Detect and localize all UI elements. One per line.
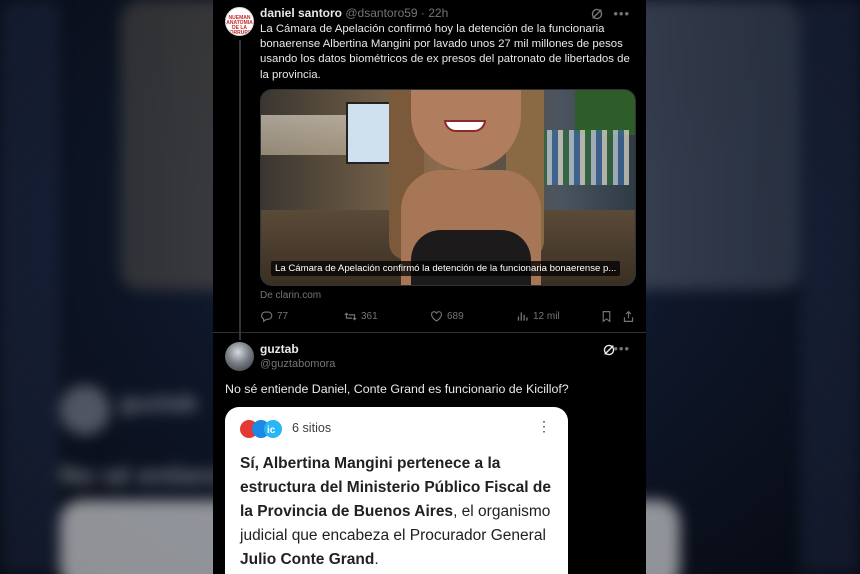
author-name[interactable]: guztab <box>260 342 299 356</box>
thread-line <box>239 40 241 340</box>
svg-text:ic: ic <box>267 425 276 436</box>
answer-plain-2: . <box>374 551 379 568</box>
avatar[interactable] <box>225 342 254 371</box>
more-options-icon[interactable]: ••• <box>613 6 630 21</box>
clothing-shape <box>411 230 531 285</box>
screen-shape <box>346 102 394 164</box>
share-icon <box>623 310 634 322</box>
views-icon <box>517 312 528 321</box>
plant-shape <box>575 90 635 135</box>
bookmark-button[interactable] <box>600 310 613 323</box>
like-button[interactable]: 689 <box>430 310 464 323</box>
share-button[interactable] <box>622 310 635 323</box>
tweet-text: La Cámara de Apelación confirmó hoy la d… <box>260 23 630 81</box>
tweet-guztab[interactable]: guztab @guztabomora ••• No sé entiende D… <box>213 333 646 574</box>
author-name[interactable]: daniel santoro <box>260 6 342 20</box>
like-count: 689 <box>447 311 464 322</box>
tweet-actions: 77 361 689 12 mil <box>260 310 636 326</box>
background-name-echo: guztab <box>120 390 198 417</box>
link-source[interactable]: De clarin.com <box>260 290 321 301</box>
answer-text: Sí, Albertina Mangini pertenece a la est… <box>240 452 555 572</box>
avatar-text: NUEMAN ANATOMIA DE LA CORRUPCION <box>226 15 253 36</box>
source-logos-icon: ic <box>240 420 282 438</box>
ai-answer-card[interactable]: ic 6 sitios ⋮ Sí, Albertina Mangini pert… <box>225 407 568 574</box>
answer-bold-2: Julio Conte Grand <box>240 551 375 568</box>
media-caption: La Cámara de Apelación confirmó la deten… <box>271 261 621 276</box>
repost-button[interactable]: 361 <box>344 310 378 323</box>
reply-button[interactable]: 77 <box>260 310 288 323</box>
timeline-feed: NUEMAN ANATOMIA DE LA CORRUPCION daniel … <box>213 0 646 574</box>
avatar[interactable]: NUEMAN ANATOMIA DE LA CORRUPCION <box>225 7 254 36</box>
author-handle[interactable]: @guztabomora <box>260 358 335 370</box>
screenshot-stage: guztab No sé entiende NUEMAN ANATOMIA DE… <box>0 0 860 574</box>
repost-icon <box>344 312 357 321</box>
reply-icon <box>261 311 273 323</box>
heart-icon <box>431 311 442 322</box>
bookmark-icon <box>602 311 611 323</box>
left-decoration <box>0 0 60 574</box>
smile-shape <box>444 120 486 132</box>
reply-count: 77 <box>277 311 289 322</box>
tweet-media-image[interactable]: La Cámara de Apelación confirmó la deten… <box>260 89 636 286</box>
author-handle[interactable]: @dsantoro59 · 22h <box>345 6 448 20</box>
views-count: 12 mil <box>533 311 560 322</box>
tweet-daniel-santoro[interactable]: NUEMAN ANATOMIA DE LA CORRUPCION daniel … <box>213 0 646 340</box>
background-avatar-echo <box>60 385 110 435</box>
more-options-icon[interactable]: ••• <box>613 341 630 356</box>
sources-count[interactable]: 6 sitios <box>292 421 331 435</box>
vertical-more-icon[interactable]: ⋮ <box>537 419 551 433</box>
grok-icon[interactable] <box>590 7 604 21</box>
tweet-text: No sé entiende Daniel, Conte Grand es fu… <box>225 382 569 396</box>
repost-count: 361 <box>361 311 378 322</box>
views-button[interactable]: 12 mil <box>516 310 560 323</box>
right-decoration <box>800 0 860 574</box>
